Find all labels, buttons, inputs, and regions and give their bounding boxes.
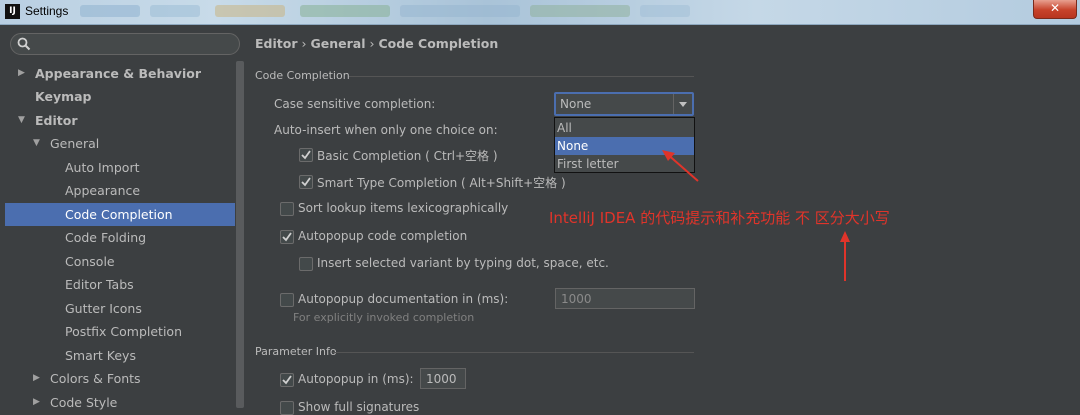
checkmark-icon: [301, 150, 311, 160]
tree-item-label: Code Folding: [65, 230, 147, 245]
expanded-arrow-icon[interactable]: ▼: [18, 109, 25, 132]
blurred-toolbar-strip: [400, 5, 520, 17]
parameter-info-section-title: Parameter Info: [255, 345, 337, 358]
section-divider: [349, 76, 694, 77]
tree-item-label: Code Style: [50, 395, 118, 410]
case-sensitive-label: Case sensitive completion:: [274, 97, 436, 111]
autopopup-code-completion-label: Autopopup code completion: [298, 229, 468, 243]
breadcrumb-separator: ›: [369, 36, 375, 51]
sort-lookup-label: Sort lookup items lexicographically: [298, 201, 509, 215]
annotation-note: IntelliJ IDEA 的代码提示和补充功能 不 区分大小写: [549, 209, 890, 227]
autopopup-code-completion-checkbox[interactable]: [280, 230, 294, 244]
tree-item-label: Gutter Icons: [65, 301, 142, 316]
tree-item-label: Editor Tabs: [65, 277, 134, 292]
parameter-autopopup-delay-input[interactable]: 1000: [420, 368, 466, 389]
search-icon: [17, 37, 31, 51]
blurred-toolbar-strip: [150, 5, 200, 17]
tree-item-label: General: [50, 136, 100, 151]
show-full-signatures-label: Show full signatures: [298, 400, 420, 414]
tree-item-label: Editor: [35, 113, 78, 128]
case-sensitive-combobox[interactable]: None: [554, 92, 694, 116]
checkmark-icon: [301, 177, 311, 187]
tree-scrollbar-thumb[interactable]: [236, 61, 244, 408]
combobox-arrow-button[interactable]: [673, 94, 692, 114]
tree-item-appearance[interactable]: Appearance: [5, 179, 245, 202]
tree-item-label: Keymap: [35, 89, 92, 104]
breadcrumb-item: Editor: [255, 36, 298, 51]
breadcrumb: Editor › General › Code Completion: [255, 36, 498, 51]
chevron-down-icon: [679, 102, 687, 107]
checkmark-icon: [282, 232, 292, 242]
autopopup-documentation-hint: For explicitly invoked completion: [293, 311, 475, 324]
tree-item-keymap[interactable]: Keymap: [5, 85, 245, 108]
parameter-autopopup-label: Autopopup in (ms):: [298, 372, 414, 386]
intellij-logo-icon: IJ: [5, 4, 20, 19]
smart-type-completion-checkbox[interactable]: [299, 175, 313, 189]
expanded-arrow-icon[interactable]: ▼: [33, 132, 40, 155]
smart-type-completion-label: Smart Type Completion ( Alt+Shift+空格 ): [317, 176, 566, 190]
breadcrumb-item: Code Completion: [378, 36, 499, 51]
settings-content: Editor › General › Code Completion Code Comp…: [245, 25, 1080, 415]
sort-lookup-checkbox[interactable]: [280, 202, 294, 216]
dropdown-option-all[interactable]: All: [555, 119, 694, 137]
autopopup-documentation-checkbox[interactable]: [280, 293, 294, 307]
tree-item-label: Smart Keys: [65, 348, 136, 363]
blurred-toolbar-strip: [215, 5, 285, 17]
insert-selected-variant-checkbox[interactable]: [299, 257, 313, 271]
dropdown-option-first-letter[interactable]: First letter: [555, 155, 694, 173]
breadcrumb-separator: ›: [301, 36, 307, 51]
collapsed-arrow-icon[interactable]: ▶: [33, 391, 40, 414]
auto-insert-label: Auto-insert when only one choice on:: [274, 123, 498, 137]
show-full-signatures-checkbox[interactable]: [280, 401, 294, 415]
tree-item-label: Appearance: [65, 183, 141, 198]
code-completion-section-title: Code Completion: [255, 69, 350, 82]
checkmark-icon: [282, 375, 292, 385]
basic-completion-label: Basic Completion ( Ctrl+空格 ): [317, 149, 498, 163]
tree-item-label: Colors & Fonts: [50, 371, 141, 386]
tree-scrollbar[interactable]: [235, 61, 245, 408]
tree-item-general[interactable]: ▼ General: [5, 132, 245, 155]
tree-item-editor-tabs[interactable]: Editor Tabs: [5, 273, 245, 296]
tree-item-label: Auto Import: [65, 160, 140, 175]
tree-item-auto-import[interactable]: Auto Import: [5, 156, 245, 179]
blurred-toolbar-strip: [80, 5, 140, 17]
section-divider: [333, 352, 694, 353]
tree-item-appearance-behavior[interactable]: ▶ Appearance & Behavior: [5, 62, 245, 85]
tree-item-console[interactable]: Console: [5, 250, 245, 273]
tree-item-label: Appearance & Behavior: [35, 66, 201, 81]
autopopup-documentation-label: Autopopup documentation in (ms):: [298, 292, 509, 306]
tree-item-gutter-icons[interactable]: Gutter Icons: [5, 297, 245, 320]
tree-item-label: Code Completion: [65, 207, 173, 222]
settings-sidebar: ▶ Appearance & Behavior Keymap ▼ Editor …: [0, 25, 245, 410]
autopopup-documentation-delay-input[interactable]: 1000: [555, 288, 695, 309]
blurred-toolbar-strip: [300, 5, 390, 17]
tree-item-colors-fonts[interactable]: ▶ Colors & Fonts: [5, 367, 245, 390]
tree-item-label: Postfix Completion: [65, 324, 182, 339]
insert-selected-variant-label: Insert selected variant by typing dot, s…: [317, 256, 609, 270]
window-title-bar: IJ Settings ✕: [0, 0, 1080, 25]
tree-item-code-completion[interactable]: Code Completion: [5, 203, 245, 226]
tree-item-postfix-completion[interactable]: Postfix Completion: [5, 320, 245, 343]
tree-item-editor[interactable]: ▼ Editor: [5, 109, 245, 132]
tree-item-smart-keys[interactable]: Smart Keys: [5, 344, 245, 367]
case-sensitive-value: None: [560, 97, 592, 111]
close-button[interactable]: ✕: [1033, 0, 1077, 19]
tree-item-code-folding[interactable]: Code Folding: [5, 226, 245, 249]
window-title: Settings: [25, 4, 69, 18]
parameter-autopopup-checkbox[interactable]: [280, 373, 294, 387]
dropdown-option-none[interactable]: None: [555, 137, 694, 155]
breadcrumb-item: General: [310, 36, 366, 51]
case-sensitive-dropdown-list[interactable]: All None First letter: [554, 117, 695, 173]
tree-item-label: Console: [65, 254, 115, 269]
collapsed-arrow-icon[interactable]: ▶: [33, 367, 40, 390]
settings-search-input[interactable]: [10, 33, 240, 55]
tree-item-code-style[interactable]: ▶ Code Style: [5, 391, 245, 414]
blurred-toolbar-strip: [530, 5, 630, 17]
blurred-toolbar-strip: [640, 5, 690, 17]
basic-completion-checkbox[interactable]: [299, 148, 313, 162]
collapsed-arrow-icon[interactable]: ▶: [18, 62, 25, 85]
